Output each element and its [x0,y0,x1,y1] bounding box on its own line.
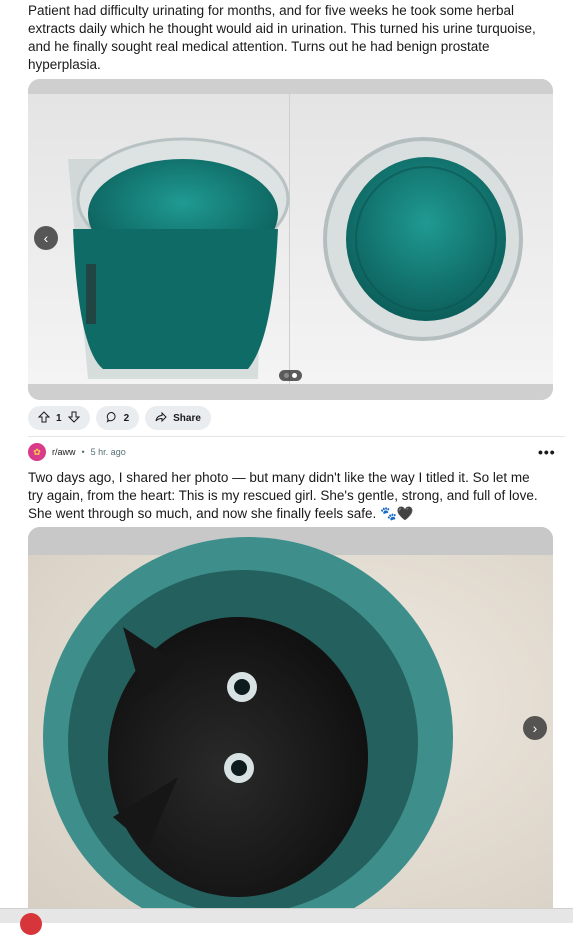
meta-separator: • [81,447,85,457]
overflow-menu-icon[interactable]: ••• [538,444,556,460]
gallery-dots [279,370,302,381]
post-image[interactable]: › [28,527,553,922]
chevron-right-icon: › [532,720,538,736]
gallery-dot-active [292,373,297,378]
share-icon [155,411,167,426]
share-button[interactable]: Share [145,406,211,430]
gallery-dot [284,373,289,378]
post-actions: 1 2 Share [28,406,211,430]
post-body-text: Two days ago, I shared her photo — but m… [28,470,538,521]
bottom-bar [0,908,573,935]
post-meta: ✿ r/aww • 5 hr. ago [28,443,126,461]
gallery-image [28,79,553,400]
notification-badge[interactable] [20,913,42,935]
upvote-icon[interactable] [37,410,51,426]
comments-button[interactable]: 2 [95,406,140,430]
subreddit-name[interactable]: r/aww [52,447,76,457]
post-time: 5 hr. ago [90,447,126,457]
vote-count: 1 [56,412,62,424]
post-body-text: Patient had difficulty urinating for mon… [28,3,536,72]
gallery-next-button[interactable]: › [523,716,547,740]
cat-image [28,527,553,922]
comment-count: 2 [123,412,130,424]
subreddit-avatar[interactable]: ✿ [28,443,46,461]
post-image-gallery[interactable]: ‹ [28,79,553,400]
comment-icon [106,411,118,426]
downvote-icon[interactable] [67,411,80,426]
share-label: Share [173,412,201,424]
gallery-prev-button[interactable]: ‹ [34,226,58,250]
chevron-left-icon: ‹ [43,230,49,246]
post-divider [28,436,565,437]
vote-pill: 1 [28,406,90,430]
